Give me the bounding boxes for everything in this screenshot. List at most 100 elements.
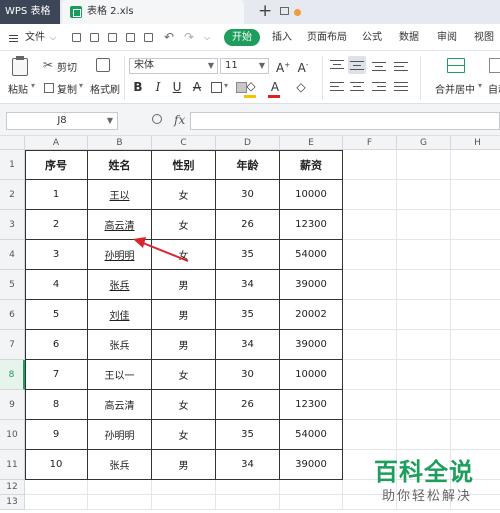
empty-cell[interactable]	[343, 240, 397, 270]
align-top-icon[interactable]	[330, 60, 344, 72]
column-header-d[interactable]: D	[216, 136, 280, 150]
row-header-10[interactable]: 10	[0, 420, 25, 450]
format-painter-button[interactable]: 格式刷	[90, 81, 120, 96]
empty-cell[interactable]	[451, 420, 500, 450]
table-cell[interactable]: 女	[152, 210, 216, 240]
tab-review[interactable]: 审阅	[437, 24, 457, 51]
table-cell[interactable]: 女	[152, 420, 216, 450]
empty-cell[interactable]	[343, 180, 397, 210]
row-header-4[interactable]: 4	[0, 240, 25, 270]
tab-view[interactable]: 视图	[474, 24, 494, 51]
column-header-b[interactable]: B	[88, 136, 152, 150]
align-middle-icon[interactable]	[348, 56, 366, 74]
orientation-icon[interactable]	[394, 60, 408, 72]
font-color-icon[interactable]: A	[268, 79, 282, 95]
border-icon[interactable]	[211, 82, 222, 93]
export-pdf-icon[interactable]	[108, 33, 117, 42]
empty-cell[interactable]	[280, 495, 343, 510]
column-header-g[interactable]: G	[397, 136, 451, 150]
table-cell[interactable]: 39000	[280, 270, 343, 300]
menu-file[interactable]: 文件	[25, 24, 45, 51]
empty-cell[interactable]	[451, 210, 500, 240]
empty-cell[interactable]	[88, 495, 152, 510]
table-cell[interactable]: 张兵	[88, 450, 152, 480]
table-cell[interactable]: 10000	[280, 360, 343, 390]
print-icon[interactable]	[126, 33, 135, 42]
name-box[interactable]: J8 ▼	[6, 112, 118, 130]
file-dropdown-icon[interactable]: ⌵	[50, 24, 56, 51]
table-cell[interactable]: 10	[25, 450, 88, 480]
open-folder-icon[interactable]	[72, 33, 81, 42]
table-cell[interactable]: 34	[216, 330, 280, 360]
table-header-cell[interactable]: 性别	[152, 150, 216, 180]
decrease-font-icon[interactable]: A-	[296, 57, 310, 76]
empty-cell[interactable]	[397, 420, 451, 450]
select-all-corner[interactable]	[0, 136, 25, 150]
table-cell[interactable]: 王以	[88, 180, 152, 210]
empty-cell[interactable]	[397, 360, 451, 390]
undo-icon[interactable]: ↶	[164, 24, 174, 51]
column-header-a[interactable]: A	[25, 136, 88, 150]
table-cell[interactable]: 8	[25, 390, 88, 420]
table-cell[interactable]: 1	[25, 180, 88, 210]
new-tab-plus-icon[interactable]: +	[258, 1, 272, 21]
empty-cell[interactable]	[343, 390, 397, 420]
table-cell[interactable]: 女	[152, 390, 216, 420]
align-center-icon[interactable]	[350, 82, 364, 94]
row-header-8[interactable]: 8	[0, 360, 25, 390]
table-cell[interactable]: 35	[216, 420, 280, 450]
empty-cell[interactable]	[152, 480, 216, 495]
table-header-cell[interactable]: 序号	[25, 150, 88, 180]
empty-cell[interactable]	[397, 270, 451, 300]
table-cell[interactable]: 12300	[280, 210, 343, 240]
empty-cell[interactable]	[397, 150, 451, 180]
underline-icon[interactable]: U	[170, 79, 184, 95]
increase-font-icon[interactable]: A+	[276, 57, 290, 76]
table-cell[interactable]: 3	[25, 240, 88, 270]
table-cell[interactable]: 女	[152, 180, 216, 210]
empty-cell[interactable]	[397, 300, 451, 330]
empty-cell[interactable]	[397, 390, 451, 420]
table-cell[interactable]: 6	[25, 330, 88, 360]
table-cell[interactable]: 女	[152, 240, 216, 270]
table-cell[interactable]: 高云清	[88, 390, 152, 420]
column-header-f[interactable]: F	[343, 136, 397, 150]
table-cell[interactable]: 男	[152, 330, 216, 360]
align-right-icon[interactable]	[372, 82, 386, 94]
empty-cell[interactable]	[343, 270, 397, 300]
empty-cell[interactable]	[343, 360, 397, 390]
empty-cell[interactable]	[451, 360, 500, 390]
row-header-9[interactable]: 9	[0, 390, 25, 420]
empty-cell[interactable]	[451, 240, 500, 270]
border-dropdown-icon[interactable]: ▾	[224, 81, 228, 90]
row-header-1[interactable]: 1	[0, 150, 25, 180]
file-tab[interactable]: 表格 2.xls	[62, 0, 301, 24]
row-header-12[interactable]: 12	[0, 480, 25, 495]
table-cell[interactable]: 7	[25, 360, 88, 390]
empty-cell[interactable]	[216, 480, 280, 495]
table-cell[interactable]: 30	[216, 360, 280, 390]
cut-button[interactable]: 剪切	[57, 59, 77, 74]
empty-cell[interactable]	[343, 300, 397, 330]
empty-cell[interactable]	[343, 150, 397, 180]
scissors-icon[interactable]: ✂	[43, 58, 53, 72]
table-cell[interactable]: 4	[25, 270, 88, 300]
hamburger-menu-icon[interactable]	[9, 35, 18, 42]
print-preview-icon[interactable]	[144, 33, 153, 42]
format-painter-icon[interactable]	[96, 58, 110, 72]
merge-center-button[interactable]: 合并居中	[435, 81, 475, 96]
table-cell[interactable]: 35	[216, 240, 280, 270]
empty-cell[interactable]	[216, 495, 280, 510]
empty-cell[interactable]	[397, 240, 451, 270]
table-cell[interactable]: 34	[216, 450, 280, 480]
paste-button[interactable]: 粘贴	[8, 81, 28, 96]
empty-cell[interactable]	[451, 300, 500, 330]
table-cell[interactable]: 30	[216, 180, 280, 210]
tab-data[interactable]: 数据	[399, 24, 419, 51]
merge-center-icon[interactable]	[447, 58, 465, 73]
tab-insert[interactable]: 插入	[272, 24, 292, 51]
save-icon[interactable]	[90, 33, 99, 42]
empty-cell[interactable]	[451, 390, 500, 420]
row-header-3[interactable]: 3	[0, 210, 25, 240]
empty-cell[interactable]	[280, 480, 343, 495]
